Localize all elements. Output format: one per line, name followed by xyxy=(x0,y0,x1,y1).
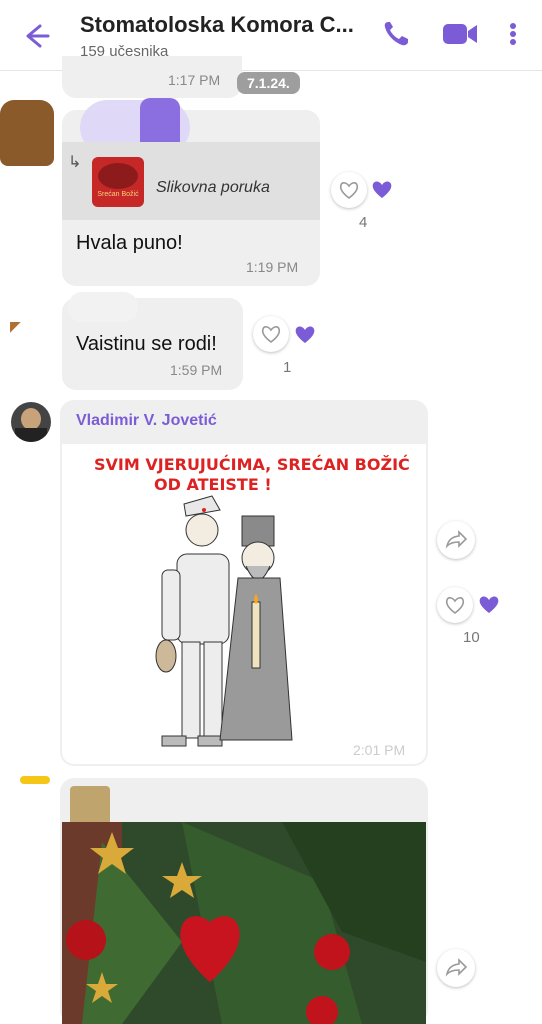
chat-title[interactable]: Stomatoloska Komora C... xyxy=(80,12,354,38)
sender-name[interactable]: Vladimir V. Jovetić xyxy=(76,412,217,430)
avatar[interactable]: ◤ xyxy=(10,318,21,335)
message-text: Hvala puno! xyxy=(76,232,183,254)
quote-label: Slikovna poruka xyxy=(156,179,270,196)
like-button[interactable] xyxy=(253,316,289,352)
avatar[interactable] xyxy=(20,776,50,784)
forward-button[interactable] xyxy=(437,949,475,987)
message-image[interactable] xyxy=(62,822,426,1024)
message-time: 1:19 PM xyxy=(246,259,299,275)
reply-arrow-icon: ↳ xyxy=(68,154,82,171)
back-arrow-icon[interactable] xyxy=(18,18,54,54)
red-ornament xyxy=(66,920,106,960)
caption-line-2: OD ATEISTE ! xyxy=(154,475,272,494)
like-count: 10 xyxy=(463,629,480,646)
soldier-figure xyxy=(155,495,230,747)
like-count: 1 xyxy=(283,359,292,376)
like-count: 4 xyxy=(359,214,368,231)
message-time: 1:17 PM xyxy=(168,72,221,88)
heart-icon xyxy=(293,322,317,351)
red-ornament xyxy=(314,934,350,970)
message-text: Vaistinu se rodi! xyxy=(76,333,217,355)
avatar[interactable] xyxy=(11,402,51,442)
phone-icon[interactable] xyxy=(380,18,412,50)
message-image[interactable]: SVIM VJERUJUĆIMA, SREĆAN BOŽIĆ OD ATEIST… xyxy=(62,444,426,764)
forward-button[interactable] xyxy=(437,521,475,559)
forward-icon xyxy=(445,958,468,977)
video-icon[interactable] xyxy=(440,18,480,50)
forward-icon xyxy=(445,530,468,549)
quote-thumbnail: Srećan Božić xyxy=(92,157,144,207)
caption-line-1: SVIM VJERUJUĆIMA, SREĆAN BOŽIĆ xyxy=(94,455,410,474)
message-time: 2:01 PM xyxy=(353,742,406,758)
message-time: 1:59 PM xyxy=(170,362,223,378)
date-chip: 7.1.24. xyxy=(237,72,300,94)
heart-icon xyxy=(370,177,394,206)
like-button[interactable] xyxy=(437,587,473,623)
heart-icon xyxy=(477,592,501,621)
sender-name-redacted xyxy=(68,292,138,322)
more-icon[interactable] xyxy=(503,18,523,50)
avatar[interactable] xyxy=(0,100,54,166)
priest-figure xyxy=(219,515,293,741)
like-button[interactable] xyxy=(331,172,367,208)
